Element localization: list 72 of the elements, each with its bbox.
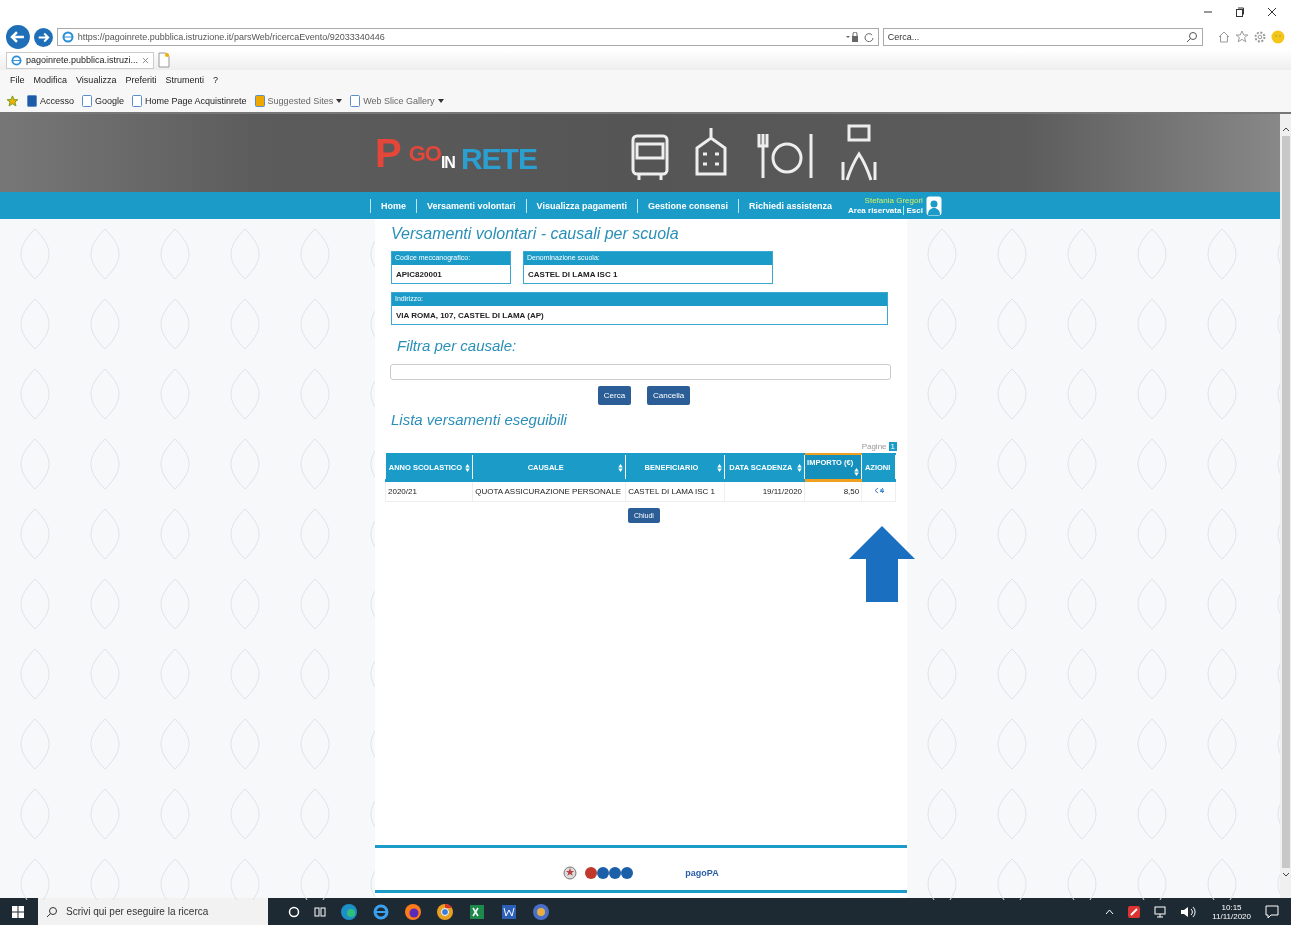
network-icon[interactable]	[1154, 905, 1167, 918]
menu-item[interactable]: Strumenti	[165, 75, 204, 85]
favorite-link[interactable]: Accesso	[27, 95, 74, 107]
action-button[interactable]: Cerca	[597, 386, 632, 405]
browser-icon	[11, 54, 22, 66]
page-icon	[254, 95, 265, 107]
filter-title: Filtra per causale:	[397, 337, 518, 354]
field-value: CASTEL DI LAMA ISC 1	[527, 269, 619, 281]
caret-icon	[336, 99, 343, 103]
menu-item[interactable]: File	[10, 75, 25, 85]
spreadsheet-icon[interactable]	[468, 902, 486, 921]
table-cell: QUOTA ASSICURAZIONE PERSONALE	[472, 480, 626, 502]
filter-input-field[interactable]	[390, 364, 891, 380]
tray-app-icon[interactable]	[1128, 905, 1141, 918]
table-cell: CASTEL DI LAMA ISC 1	[625, 480, 725, 502]
list-title: Lista versamenti eseguibili	[391, 411, 568, 428]
page-title: Versamenti volontari - causali per scuola	[391, 225, 680, 243]
search-icon	[1186, 31, 1199, 43]
home-icon[interactable]	[1217, 30, 1232, 44]
address-bar[interactable]: https://pagoinrete.pubblica.istruzione.it/parsWeb/ricercaEvento/92033340446	[56, 28, 879, 46]
notification-icon[interactable]	[1265, 904, 1279, 919]
favorite-link[interactable]: Google	[82, 95, 125, 107]
pager-label: Pagine	[861, 442, 887, 451]
scroll-up-icon[interactable]	[1281, 126, 1290, 132]
user-avatar-icon[interactable]	[925, 195, 942, 216]
menu-item[interactable]: Visualizza	[76, 75, 117, 85]
menu-item[interactable]: Modifica	[33, 75, 68, 85]
task-view-icon[interactable]	[314, 905, 326, 918]
table-cell: 2020/21	[385, 480, 473, 502]
browser-tab[interactable]: pagoinrete.pubblica.istruzi...	[6, 51, 155, 69]
page-icon	[27, 95, 37, 107]
cortana-icon[interactable]	[288, 905, 300, 918]
menu-item[interactable]: Preferiti	[125, 75, 157, 85]
settings-icon[interactable]	[1253, 30, 1268, 44]
restore-icon[interactable]	[1235, 7, 1245, 17]
user-name: Stefania Gregori	[864, 196, 923, 205]
search-icon	[46, 905, 58, 918]
page-icon	[82, 95, 92, 107]
field-value: APIC820001	[395, 269, 443, 281]
volume-icon[interactable]	[1180, 905, 1199, 918]
tray-caret-icon[interactable]	[1105, 908, 1115, 915]
clock-date: 11/11/2020	[1212, 911, 1251, 921]
page-icon	[132, 95, 143, 107]
table-cell: 19/11/2020	[724, 480, 805, 502]
action-button[interactable]: Cancella	[647, 386, 691, 405]
favorites-star-icon[interactable]	[6, 94, 19, 108]
forward-icon[interactable]	[33, 27, 53, 47]
favorite-link[interactable]: Suggested Sites	[254, 95, 343, 107]
close-icon[interactable]	[1267, 7, 1277, 17]
ministry-logo-icon	[585, 866, 634, 880]
field-value: VIA ROMA, 107, CASTEL DI LAMA (AP)	[395, 310, 545, 322]
scrollbar[interactable]	[1280, 114, 1291, 898]
caret-icon	[437, 99, 444, 103]
globe-icon[interactable]	[532, 902, 550, 921]
windows-start-icon[interactable]	[12, 905, 24, 918]
menu-item[interactable]: ?	[212, 75, 218, 85]
emblem-icon	[563, 865, 578, 881]
scroll-down-icon[interactable]	[1281, 872, 1290, 878]
partner-logo: pagoPA	[685, 868, 719, 878]
refresh-icon[interactable]	[863, 32, 874, 42]
page-icon	[350, 95, 361, 107]
document-icon[interactable]	[500, 902, 518, 921]
favorite-link[interactable]: Home Page Acquistinrete	[132, 95, 247, 107]
back-icon[interactable]	[6, 25, 30, 49]
star-icon[interactable]	[1235, 30, 1250, 44]
lock-icon	[845, 32, 860, 42]
browser-icon	[61, 31, 74, 43]
clock-time: 10:15	[1221, 902, 1242, 912]
table-cell: 8,50	[804, 480, 862, 502]
browser-search-field[interactable]: Cerca...	[882, 28, 1204, 46]
favorite-link[interactable]: Web Slice Gallery	[350, 95, 444, 107]
taskbar-search-field[interactable]: Scrivi qui per eseguire la ricerca	[38, 898, 268, 925]
